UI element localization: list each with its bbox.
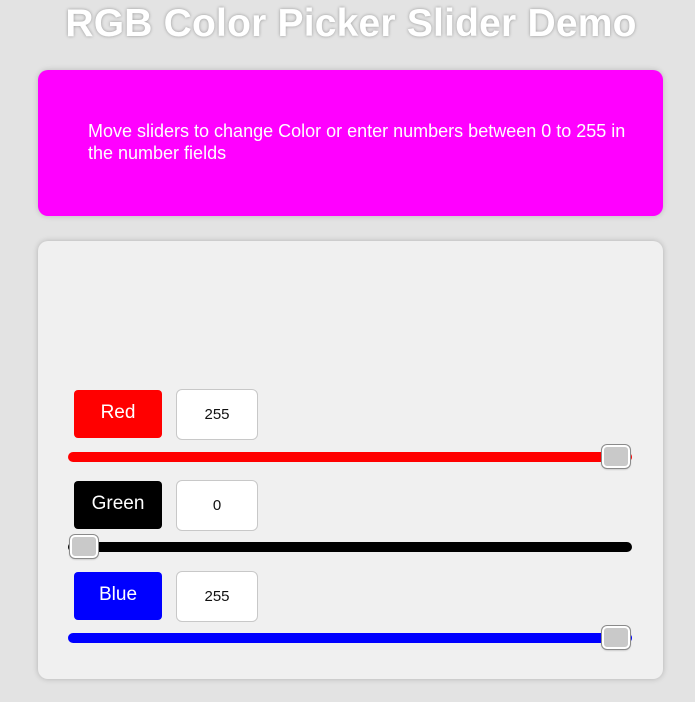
color-preview: Move sliders to change Color or enter nu… bbox=[38, 70, 663, 216]
red-slider-track bbox=[68, 452, 632, 462]
blue-slider[interactable] bbox=[68, 624, 632, 652]
red-number-input[interactable] bbox=[176, 389, 258, 440]
green-label: Green bbox=[74, 481, 162, 529]
green-slider-thumb[interactable] bbox=[70, 535, 98, 558]
blue-slider-track bbox=[68, 633, 632, 643]
page: RGB Color Picker Slider Demo Move slider… bbox=[0, 0, 695, 702]
blue-label: Blue bbox=[74, 572, 162, 620]
green-slider[interactable] bbox=[68, 533, 632, 561]
green-slider-track bbox=[68, 542, 632, 552]
green-number-input[interactable] bbox=[176, 480, 258, 531]
red-slider[interactable] bbox=[68, 443, 632, 471]
blue-number-input[interactable] bbox=[176, 571, 258, 622]
red-label: Red bbox=[74, 390, 162, 438]
controls-panel: Red Green Blue bbox=[38, 241, 663, 679]
blue-slider-thumb[interactable] bbox=[602, 626, 630, 649]
instructions-text: Move sliders to change Color or enter nu… bbox=[88, 121, 626, 163]
page-title: RGB Color Picker Slider Demo bbox=[65, 2, 637, 45]
red-slider-thumb[interactable] bbox=[602, 445, 630, 468]
